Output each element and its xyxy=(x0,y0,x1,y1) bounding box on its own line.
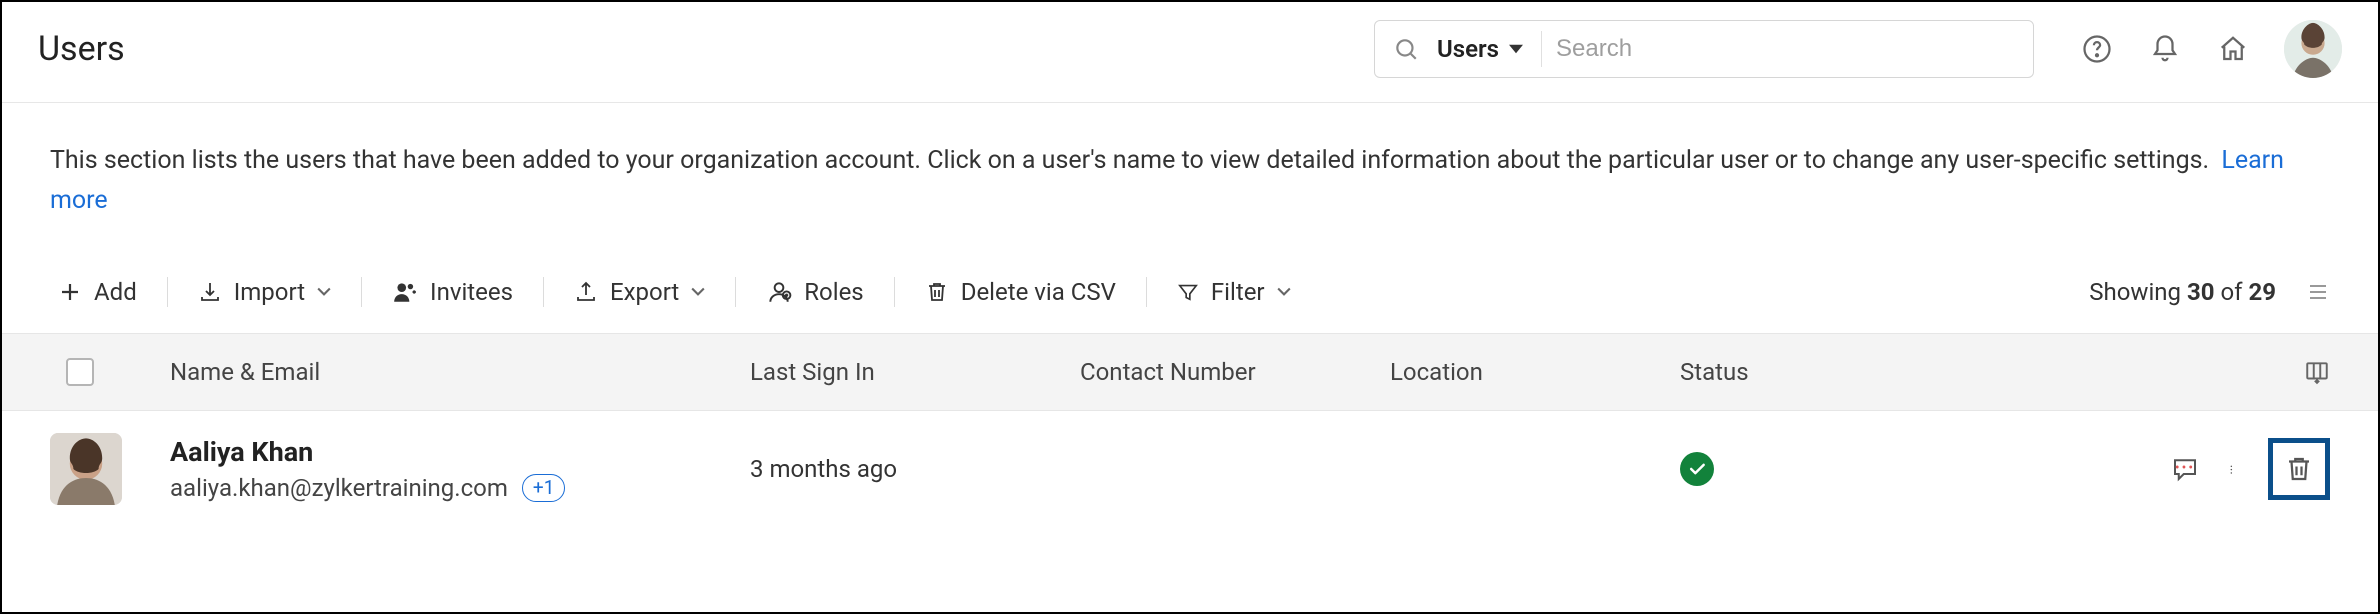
home-icon[interactable] xyxy=(2216,32,2250,66)
select-all-checkbox[interactable] xyxy=(66,358,94,386)
column-settings-button[interactable] xyxy=(2304,359,2330,385)
filter-button[interactable]: Filter xyxy=(1147,275,1321,309)
check-icon xyxy=(1687,459,1707,479)
col-actions xyxy=(1980,359,2330,385)
user-email: aaliya.khan@zylkertraining.com xyxy=(170,474,508,502)
export-button[interactable]: Export xyxy=(544,275,735,309)
add-label: Add xyxy=(94,278,137,306)
row-last-signin: 3 months ago xyxy=(750,455,1080,483)
profile-avatar[interactable] xyxy=(2284,20,2342,78)
import-label: Import xyxy=(234,278,305,306)
showing-total: 29 xyxy=(2248,278,2276,306)
showing-prefix: Showing xyxy=(2089,278,2187,306)
search-scope-label: Users xyxy=(1437,35,1499,63)
filter-label: Filter xyxy=(1211,278,1265,306)
comment-button[interactable]: ••• xyxy=(2170,454,2200,484)
list-density-icon xyxy=(2306,280,2330,304)
description-text: This section lists the users that have b… xyxy=(50,146,2209,175)
chevron-down-icon xyxy=(317,287,331,297)
export-label: Export xyxy=(610,278,679,306)
bell-icon[interactable] xyxy=(2148,32,2182,66)
import-icon xyxy=(198,280,222,304)
showing-of: of xyxy=(2215,278,2249,306)
delete-via-csv-button[interactable]: Delete via CSV xyxy=(895,275,1146,309)
table-header: Name & Email Last Sign In Contact Number… xyxy=(2,333,2378,411)
filter-icon xyxy=(1177,281,1199,303)
columns-icon xyxy=(2304,359,2330,385)
page-title: Users xyxy=(38,29,125,69)
row-name-cell: Aaliya Khan aaliya.khan@zylkertraining.c… xyxy=(170,436,750,503)
more-options-button[interactable] xyxy=(2230,455,2238,483)
col-name-email[interactable]: Name & Email xyxy=(170,358,750,386)
export-icon xyxy=(574,280,598,304)
page-header: Users Users xyxy=(2,2,2378,103)
showing-count: Showing 30 of 29 xyxy=(2089,278,2276,306)
chevron-down-icon xyxy=(691,287,705,297)
search-container: Users xyxy=(1374,20,2034,78)
user-avatar xyxy=(50,433,122,505)
delete-csv-label: Delete via CSV xyxy=(961,278,1116,306)
search-input[interactable] xyxy=(1556,35,2019,63)
delete-user-button[interactable] xyxy=(2268,438,2330,500)
trash-icon xyxy=(925,280,949,304)
plus-icon xyxy=(58,280,82,304)
page-description: This section lists the users that have b… xyxy=(2,103,2378,221)
extra-emails-badge[interactable]: +1 xyxy=(522,474,565,503)
help-icon[interactable] xyxy=(2080,32,2114,66)
status-active-badge xyxy=(1680,452,1714,486)
import-button[interactable]: Import xyxy=(168,275,361,309)
showing-current: 30 xyxy=(2187,278,2215,306)
table-row[interactable]: Aaliya Khan aaliya.khan@zylkertraining.c… xyxy=(2,411,2378,527)
density-toggle-button[interactable] xyxy=(2306,280,2330,304)
col-last-signin[interactable]: Last Sign In xyxy=(750,358,1080,386)
search-icon xyxy=(1389,32,1423,66)
row-actions: ••• xyxy=(1980,438,2330,500)
add-button[interactable]: Add xyxy=(50,275,167,309)
col-location[interactable]: Location xyxy=(1390,358,1680,386)
col-checkbox xyxy=(50,358,170,386)
trash-icon xyxy=(2284,454,2314,484)
roles-label: Roles xyxy=(804,278,863,306)
col-contact-number[interactable]: Contact Number xyxy=(1080,358,1390,386)
roles-icon xyxy=(766,279,792,305)
header-icon-group xyxy=(2080,20,2342,78)
invitees-button[interactable]: Invitees xyxy=(362,275,543,309)
toolbar: Add Import Invitees Export Roles Delete … xyxy=(2,221,2378,333)
col-status[interactable]: Status xyxy=(1680,358,1980,386)
kebab-icon xyxy=(2230,455,2238,483)
row-avatar-cell xyxy=(50,433,170,505)
invitees-label: Invitees xyxy=(430,278,513,306)
roles-button[interactable]: Roles xyxy=(736,275,893,309)
comment-dots-icon: ••• xyxy=(2175,460,2195,476)
caret-down-icon xyxy=(1509,44,1523,54)
chevron-down-icon xyxy=(1277,287,1291,297)
invitees-icon xyxy=(392,279,418,305)
user-name[interactable]: Aaliya Khan xyxy=(170,436,750,468)
search-scope-dropdown[interactable]: Users xyxy=(1437,31,1542,67)
row-status xyxy=(1680,452,1980,486)
